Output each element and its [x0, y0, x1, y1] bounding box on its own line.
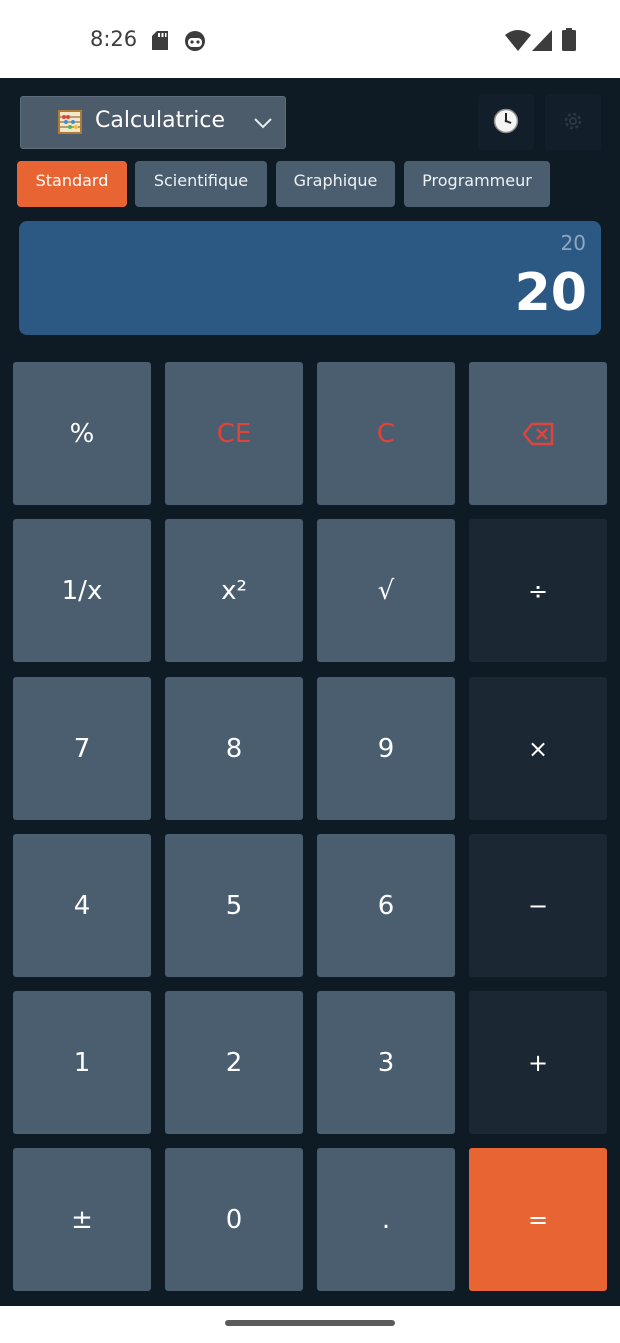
tab-programmeur[interactable]: Programmeur [404, 161, 550, 207]
digit-3-button[interactable]: 3 [317, 991, 455, 1134]
home-indicator[interactable] [225, 1320, 395, 1326]
status-time: 8:26 [90, 27, 138, 51]
signal-icon [532, 30, 552, 51]
digit-7-button[interactable]: 7 [13, 677, 151, 820]
gear-icon [564, 112, 582, 130]
display-result: 20 [514, 263, 587, 323]
negate-button[interactable]: ± [13, 1148, 151, 1291]
status-bar: 8:26 [0, 0, 620, 78]
multiply-button[interactable]: × [469, 677, 607, 820]
tab-standard[interactable]: Standard [17, 161, 127, 207]
history-button[interactable] [478, 94, 534, 150]
minus-button[interactable]: − [469, 834, 607, 977]
app-selector-dropdown[interactable]: Calculatrice [20, 96, 286, 149]
digit-0-button[interactable]: 0 [165, 1148, 303, 1291]
android-icon [185, 31, 205, 51]
digit-5-button[interactable]: 5 [165, 834, 303, 977]
digit-1-button[interactable]: 1 [13, 991, 151, 1134]
digit-4-button[interactable]: 4 [13, 834, 151, 977]
wifi-icon [505, 30, 531, 51]
digit-9-button[interactable]: 9 [317, 677, 455, 820]
reciprocal-button[interactable]: 1/x [13, 519, 151, 662]
calculator-app: Calculatrice Standard Scientifique Graph… [0, 78, 620, 1306]
digit-8-button[interactable]: 8 [165, 677, 303, 820]
navigation-bar [0, 1306, 620, 1343]
clear-entry-button[interactable]: CE [165, 362, 303, 505]
clear-button[interactable]: C [317, 362, 455, 505]
display-expression: 20 [560, 231, 586, 255]
abacus-icon [58, 110, 82, 134]
app-title: Calculatrice [95, 108, 226, 133]
tab-scientifique[interactable]: Scientifique [135, 161, 267, 207]
plus-button[interactable]: + [469, 991, 607, 1134]
square-button[interactable]: x² [165, 519, 303, 662]
tab-graphique[interactable]: Graphique [276, 161, 395, 207]
sqrt-button[interactable]: √ [317, 519, 455, 662]
clock-icon [493, 108, 519, 134]
divide-button[interactable]: ÷ [469, 519, 607, 662]
chevron-down-icon [254, 118, 272, 129]
percent-button[interactable]: % [13, 362, 151, 505]
sd-card-icon [152, 31, 168, 50]
backspace-icon [522, 422, 554, 445]
digit-2-button[interactable]: 2 [165, 991, 303, 1134]
digit-6-button[interactable]: 6 [317, 834, 455, 977]
backspace-button[interactable] [469, 362, 607, 505]
equals-button[interactable]: = [469, 1148, 607, 1291]
calculator-display: 20 20 [19, 221, 601, 335]
settings-button[interactable] [545, 94, 601, 150]
decimal-button[interactable]: . [317, 1148, 455, 1291]
battery-icon [562, 28, 576, 51]
